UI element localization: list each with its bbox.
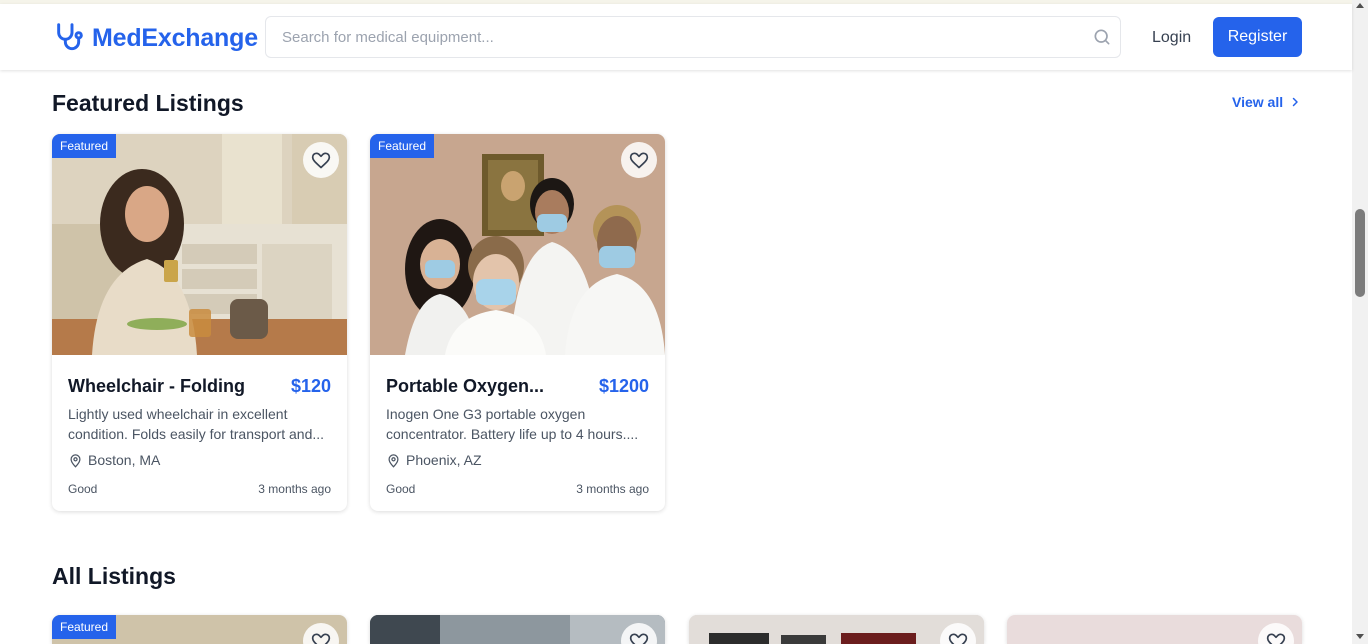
brand-name: MedExchange xyxy=(92,23,258,52)
heart-icon xyxy=(629,152,649,169)
listing-description: Inogen One G3 portable oxygen concentrat… xyxy=(386,406,639,442)
map-pin-icon xyxy=(70,453,81,468)
listing-description: Lightly used wheelchair in excellent con… xyxy=(68,406,325,442)
listing-card[interactable] xyxy=(689,615,984,644)
heart-icon xyxy=(629,633,649,644)
listing-photo xyxy=(52,134,347,355)
listing-image: Featured xyxy=(52,134,347,355)
search-input[interactable] xyxy=(282,17,1082,57)
heart-icon xyxy=(1266,633,1286,644)
stethoscope-icon xyxy=(57,23,83,51)
brand-logo[interactable]: MedExchange xyxy=(52,22,258,54)
featured-section-title: Featured Listings xyxy=(52,90,244,116)
listing-condition: Good xyxy=(386,482,416,496)
scrollbar-track[interactable] xyxy=(1352,0,1368,644)
listing-price: $1200 xyxy=(598,376,649,396)
map-pin-icon xyxy=(388,453,399,468)
listing-card[interactable]: Featured Portable Oxygen... $1200 Inogen… xyxy=(370,134,665,511)
featured-badge: Featured xyxy=(52,615,117,639)
listing-image xyxy=(1007,615,1302,644)
listing-image: Featured xyxy=(52,615,347,644)
favorite-button[interactable] xyxy=(303,142,339,178)
favorite-button[interactable] xyxy=(303,623,339,644)
search-icon[interactable] xyxy=(1092,27,1112,47)
view-all-link[interactable]: View all xyxy=(1232,94,1301,110)
scroll-down-arrow-icon[interactable] xyxy=(1356,634,1364,639)
listing-card[interactable]: Featured xyxy=(52,615,347,644)
listing-card[interactable] xyxy=(370,615,665,644)
scroll-up-arrow-icon[interactable] xyxy=(1356,3,1364,8)
heart-icon xyxy=(311,633,331,644)
all-listings-title: All Listings xyxy=(52,563,176,589)
listing-card[interactable] xyxy=(1007,615,1302,644)
listing-card[interactable]: Featured Wheelchair - Folding $120 Light… xyxy=(52,134,347,511)
heart-icon xyxy=(948,633,968,644)
listing-image xyxy=(370,615,665,644)
featured-badge: Featured xyxy=(370,134,435,158)
listing-photo xyxy=(370,134,665,355)
search-box xyxy=(265,16,1121,58)
heart-icon xyxy=(311,152,331,169)
listing-title[interactable]: Wheelchair - Folding xyxy=(68,376,245,397)
listing-location: Phoenix, AZ xyxy=(386,452,482,468)
listing-time: 3 months ago xyxy=(576,482,649,496)
chevron-right-icon xyxy=(1292,97,1298,107)
listing-image xyxy=(689,615,984,644)
listing-condition: Good xyxy=(68,482,98,496)
login-link[interactable]: Login xyxy=(1152,29,1191,47)
view-all-label: View all xyxy=(1232,94,1284,110)
favorite-button[interactable] xyxy=(621,142,657,178)
listing-image: Featured xyxy=(370,134,665,355)
register-button[interactable]: Register xyxy=(1213,17,1302,57)
listing-title[interactable]: Portable Oxygen... xyxy=(386,376,544,397)
site-header: MedExchange Login Register xyxy=(0,4,1352,70)
scrollbar-thumb[interactable] xyxy=(1355,209,1365,297)
featured-badge: Featured xyxy=(52,134,117,158)
listing-location: Boston, MA xyxy=(68,452,160,468)
favorite-button[interactable] xyxy=(1258,623,1294,644)
location-text: Phoenix, AZ xyxy=(406,452,482,468)
listing-price: $120 xyxy=(290,376,331,396)
location-text: Boston, MA xyxy=(88,452,161,468)
listing-time: 3 months ago xyxy=(258,482,331,496)
